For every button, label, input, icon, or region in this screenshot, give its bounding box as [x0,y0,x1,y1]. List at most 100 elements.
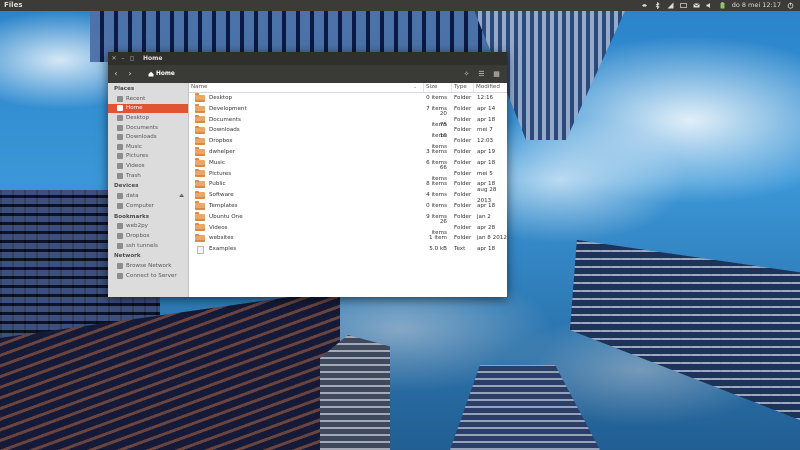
sidebar-heading: Devices [114,183,139,190]
file-modified: apr 18 [477,116,496,123]
drive-icon [117,193,123,200]
active-app-title[interactable]: Files [0,0,23,11]
sidebar-item-downloads[interactable]: Downloads [108,132,188,142]
videos-icon [117,162,123,169]
file-name: Downloads [209,127,240,134]
list-view-icon[interactable]: ☰ [477,70,486,79]
desktop-icon [117,114,123,121]
file-name-cell: Public [189,179,423,190]
file-type: Folder [454,170,472,177]
file-row[interactable]: Development 7 items Folder apr 14 [189,104,507,115]
sidebar-item-ssh-tunnels[interactable]: ssh tunnels [108,241,188,251]
view-options-icon[interactable]: ✧ [462,70,471,79]
forward-button[interactable]: › [124,67,136,81]
sidebar-item-desktop[interactable]: Desktop [108,113,188,123]
sidebar-item-label: ssh tunnels [126,242,158,249]
column-header-name[interactable]: Name ⌄ [189,83,423,92]
eject-icon[interactable]: ⏏ [179,193,184,199]
sidebar: Places Recent Home Desktop Documents Download… [108,83,189,297]
file-name: Examples [209,246,237,253]
file-name-cell: Ubuntu One [189,212,423,223]
text-file-icon [196,245,204,254]
file-row[interactable]: Ubuntu One 9 items Folder jan 2 [189,212,507,223]
sidebar-item-home[interactable]: Home [108,103,188,114]
file-name: Public [209,181,226,188]
sidebar-item-data[interactable]: data ⏏ [108,191,188,201]
folder-icon [195,168,205,178]
column-header-name-label: Name [191,84,208,90]
file-row[interactable]: Music 6 items Folder apr 18 [189,158,507,169]
network-icon [117,263,123,270]
file-row[interactable]: websites 1 item Folder jan 8 2012 [189,233,507,244]
folder-icon [117,242,123,249]
close-icon[interactable]: ✕ [111,55,117,62]
back-button[interactable]: ‹ [110,67,122,81]
grid-view-icon[interactable]: ▦ [492,70,501,79]
file-name-cell: Documents [189,114,423,126]
file-size: 0 items [426,202,447,209]
file-size: 8 items [426,181,447,188]
sidebar-item-label: web2py [126,223,148,230]
column-header-size[interactable]: Size [423,83,451,92]
breadcrumb-home[interactable]: Home [144,69,179,80]
file-name: Music [209,159,225,166]
column-header-modified[interactable]: Modified [473,83,507,92]
sidebar-item-browse-network[interactable]: Browse Network [108,261,188,271]
file-name-cell: websites [189,233,423,244]
file-modified: jan 2 [477,213,491,220]
file-row[interactable]: Documents 20 items Folder apr 18 [189,111,507,128]
breadcrumb-label: Home [156,71,175,77]
sidebar-item-computer[interactable]: Computer [108,201,188,211]
sidebar-item-trash[interactable]: Trash [108,171,188,181]
maximize-icon[interactable]: ◻ [129,55,135,62]
dropbox-icon[interactable] [641,2,648,9]
wallpaper-building [570,240,800,420]
sidebar-item-pictures[interactable]: Pictures [108,152,188,162]
file-row[interactable]: Downloads 75 items Folder mei 7 [189,122,507,139]
file-row[interactable]: dwhelper 3 items Folder apr 19 [189,147,507,158]
file-type: Folder [454,148,472,155]
sidebar-item-music[interactable]: Music [108,142,188,152]
file-row[interactable]: Desktop 0 items Folder 12:16 [189,93,507,104]
sidebar-item-recent[interactable]: Recent [108,94,188,104]
folder-icon [195,233,205,243]
file-modified: mei 5 [477,170,493,177]
file-name: Ubuntu One [209,213,243,220]
home-icon [148,71,154,77]
file-name: websites [209,235,234,242]
mail-icon[interactable] [692,2,700,9]
sidebar-item-connect-to-server[interactable]: Connect to Server [108,271,188,281]
sidebar-item-web2py[interactable]: web2py [108,222,188,232]
file-row[interactable]: Software 4 items Folder aug 28 2013 [189,187,507,204]
network-icon[interactable] [667,2,674,9]
sidebar-item-documents[interactable]: Documents [108,123,188,133]
power-icon[interactable] [787,2,794,9]
folder-icon [195,212,205,221]
file-row[interactable]: Dropbox 10 items Folder 12:03 [189,133,507,150]
file-modified: mei 7 [477,127,493,134]
sound-icon[interactable] [706,2,713,9]
file-row[interactable]: Public 8 items Folder apr 18 [189,179,507,190]
keyboard-layout-icon[interactable] [679,2,687,9]
folder-icon [195,104,205,113]
minimize-icon[interactable]: – [120,55,126,62]
file-name: dwhelper [209,148,235,155]
documents-icon [117,124,123,131]
battery-icon[interactable] [719,2,726,9]
file-row[interactable]: Videos 26 items Folder apr 28 [189,219,507,236]
file-type: Folder [454,235,472,242]
sidebar-item-dropbox[interactable]: Dropbox [108,231,188,241]
file-row[interactable]: Pictures 66 items Folder mei 5 [189,165,507,182]
column-header-type[interactable]: Type [451,83,473,92]
sidebar-item-label: Documents [126,124,158,131]
sidebar-item-videos[interactable]: Videos [108,161,188,171]
titlebar[interactable]: ✕ – ◻ Home [108,52,507,65]
sidebar-heading: Network [114,253,141,260]
file-row[interactable]: Examples 5.0 kB Text apr 18 [189,244,507,255]
clock[interactable]: do 8 mei 12:17 [732,0,781,11]
file-type: Folder [454,181,472,188]
file-row[interactable]: Templates 0 items Folder apr 18 [189,201,507,212]
bluetooth-icon[interactable] [654,2,661,9]
sidebar-heading: Places [114,86,135,92]
file-type: Folder [454,116,472,123]
